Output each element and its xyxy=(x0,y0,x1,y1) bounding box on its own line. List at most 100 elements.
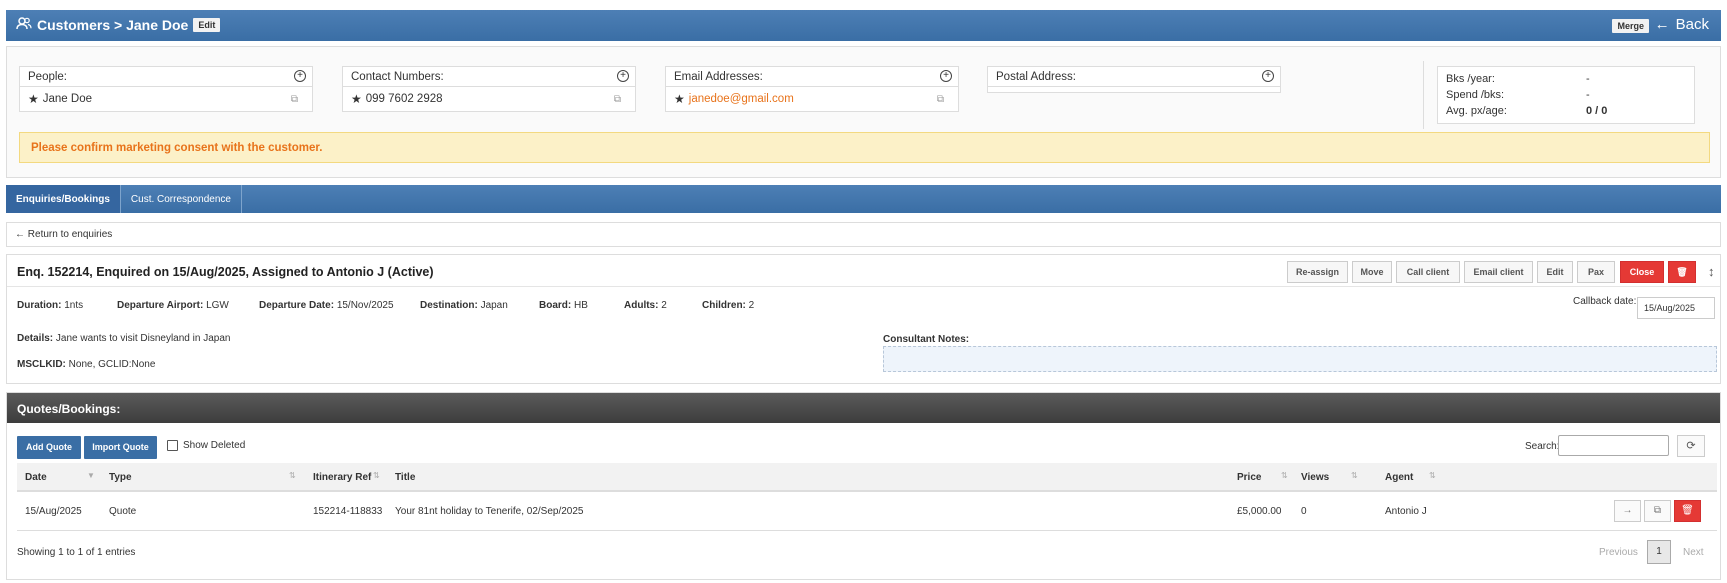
copy-icon: ⧉ xyxy=(1653,505,1662,516)
email-box: Email Addresses: + ★ janedoe@gmail.com ⧉ xyxy=(665,66,959,112)
page-title: Customers > Jane Doe xyxy=(37,17,189,33)
enquiry-panel: Enq. 152214, Enquired on 15/Aug/2025, As… xyxy=(6,254,1721,384)
show-deleted-label: Show Deleted xyxy=(183,440,246,451)
stat-label: Bks /year: xyxy=(1446,73,1495,85)
copy-icon[interactable]: ⧉ xyxy=(937,94,944,105)
departure-date-field: Departure Date: 15/Nov/2025 xyxy=(259,300,394,311)
previous-page-button[interactable]: Previous xyxy=(1599,547,1638,558)
adults-field: Adults: 2 xyxy=(624,300,667,311)
duration-field: Duration: 1nts xyxy=(17,300,84,311)
merge-button[interactable]: Merge xyxy=(1612,19,1649,33)
tab-bar: Enquiries/Bookings Cust. Correspondence xyxy=(6,185,1721,213)
edit-customer-button[interactable]: Edit xyxy=(193,18,221,32)
column-price[interactable]: Price xyxy=(1237,472,1261,483)
person-name[interactable]: Jane Doe xyxy=(43,93,92,105)
column-agent[interactable]: Agent xyxy=(1385,472,1413,483)
postal-label: Postal Address: xyxy=(996,71,1076,83)
departure-airport-field: Departure Airport: LGW xyxy=(117,300,229,311)
back-button[interactable]: ← Back xyxy=(1655,16,1709,33)
add-contact-icon[interactable]: + xyxy=(617,70,629,82)
back-label: Back xyxy=(1675,16,1709,33)
column-date[interactable]: Date xyxy=(25,472,47,483)
stat-value: - xyxy=(1586,73,1590,85)
marketing-consent-alert: Please confirm marketing consent with th… xyxy=(19,132,1710,163)
copy-icon[interactable]: ⧉ xyxy=(614,94,621,105)
star-icon: ★ xyxy=(351,92,362,106)
delete-quote-button[interactable]: 🗑 xyxy=(1674,500,1701,522)
copy-icon[interactable]: ⧉ xyxy=(291,94,298,105)
callback-date-label: Callback date: xyxy=(1573,296,1637,307)
show-deleted-checkbox[interactable] xyxy=(167,440,178,451)
add-quote-button[interactable]: Add Quote xyxy=(17,436,81,459)
cell-views: 0 xyxy=(1301,506,1307,517)
sort-icon[interactable]: ⇅ xyxy=(1351,471,1358,480)
refresh-button[interactable]: ⟳ xyxy=(1677,435,1705,457)
cell-itinerary-ref: 152214-118833 xyxy=(313,506,383,517)
search-input[interactable] xyxy=(1558,435,1669,456)
page-title-group: Customers > Jane Doe Edit xyxy=(16,17,221,33)
booking-stats: Bks /year: - Spend /bks: - Avg. px/age: 0 /… xyxy=(1437,66,1695,124)
arrow-left-icon: ← xyxy=(15,229,28,240)
add-email-icon[interactable]: + xyxy=(940,70,952,82)
reassign-button[interactable]: Re-assign xyxy=(1287,261,1348,283)
column-views[interactable]: Views xyxy=(1301,472,1329,483)
table-header: Date ▼ Type ⇅ Itinerary Ref ⇅ Title Pric… xyxy=(17,463,1717,492)
quotes-panel: Quotes/Bookings: Add Quote Import Quote … xyxy=(6,392,1721,580)
edit-enquiry-button[interactable]: Edit xyxy=(1537,261,1573,283)
search-label: Search: xyxy=(1525,441,1560,452)
delete-enquiry-button[interactable]: 🗑 xyxy=(1668,261,1696,283)
stat-label: Spend /bks: xyxy=(1446,89,1505,101)
pax-button[interactable]: Pax xyxy=(1577,261,1615,283)
cell-price: £5,000.00 xyxy=(1237,506,1282,517)
column-itinerary-ref[interactable]: Itinerary Ref xyxy=(313,472,371,483)
destination-field: Destination: Japan xyxy=(420,300,508,311)
table-row[interactable]: 15/Aug/2025 Quote 152214-118833 Your 81n… xyxy=(17,493,1717,531)
page-1-button[interactable]: 1 xyxy=(1647,540,1671,564)
email-client-button[interactable]: Email client xyxy=(1464,261,1533,283)
call-client-button[interactable]: Call client xyxy=(1396,261,1460,283)
email-link[interactable]: janedoe@gmail.com xyxy=(689,93,794,105)
sort-icon[interactable]: ⇅ xyxy=(1429,471,1436,480)
resize-vertical-icon[interactable]: ↕ xyxy=(1708,264,1715,279)
tab-cust-correspondence[interactable]: Cust. Correspondence xyxy=(121,185,242,213)
return-label: Return to enquiries xyxy=(27,229,113,240)
enquiry-title: Enq. 152214, Enquired on 15/Aug/2025, As… xyxy=(17,265,434,279)
customer-panel: People: + ★ Jane Doe ⧉ Contact Numbers: + ★ 0… xyxy=(6,46,1721,178)
arrow-left-icon: ← xyxy=(1654,16,1670,33)
column-type[interactable]: Type xyxy=(109,472,132,483)
stat-value: - xyxy=(1586,89,1590,101)
add-address-icon[interactable]: + xyxy=(1262,70,1274,82)
tab-enquiries-bookings[interactable]: Enquiries/Bookings xyxy=(6,185,121,213)
add-person-icon[interactable]: + xyxy=(294,70,306,82)
show-deleted-toggle[interactable]: Show Deleted xyxy=(167,440,245,451)
quotes-header: Quotes/Bookings: xyxy=(7,393,1720,423)
import-quote-button[interactable]: Import Quote xyxy=(84,436,157,459)
sort-icon[interactable]: ⇅ xyxy=(289,471,296,480)
consultant-notes-input[interactable] xyxy=(883,346,1717,372)
sort-icon[interactable]: ⇅ xyxy=(1281,471,1288,480)
trash-icon: 🗑 xyxy=(1676,267,1688,277)
copy-quote-button[interactable]: ⧉ xyxy=(1644,500,1671,522)
phone-number[interactable]: 099 7602 2928 xyxy=(366,93,443,105)
callback-date-input[interactable]: 15/Aug/2025 xyxy=(1637,297,1715,319)
cell-title: Your 81nt holiday to Tenerife, 02/Sep/20… xyxy=(395,506,584,517)
cell-type: Quote xyxy=(109,506,137,517)
trash-icon: 🗑 xyxy=(1681,505,1694,516)
users-icon xyxy=(16,17,32,33)
close-enquiry-button[interactable]: Close xyxy=(1620,261,1664,283)
children-field: Children: 2 xyxy=(702,300,755,311)
return-to-enquiries-link[interactable]: ← Return to enquiries xyxy=(15,229,112,240)
move-button[interactable]: Move xyxy=(1352,261,1392,283)
sort-icon[interactable]: ⇅ xyxy=(373,471,380,480)
next-page-button[interactable]: Next xyxy=(1683,547,1704,558)
people-box: People: + ★ Jane Doe ⧉ xyxy=(19,66,313,112)
column-title[interactable]: Title xyxy=(395,472,415,483)
msclkid-field: MSCLKID: None, GCLID:None xyxy=(17,359,156,370)
people-label: People: xyxy=(28,71,68,83)
details-field: Details: Jane wants to visit Disneyland … xyxy=(17,333,231,344)
board-field: Board: HB xyxy=(539,300,588,311)
sort-desc-icon[interactable]: ▼ xyxy=(87,471,95,480)
cell-date: 15/Aug/2025 xyxy=(25,506,82,517)
stat-value: 0 / 0 xyxy=(1586,105,1608,117)
open-quote-button[interactable]: → xyxy=(1614,500,1641,522)
